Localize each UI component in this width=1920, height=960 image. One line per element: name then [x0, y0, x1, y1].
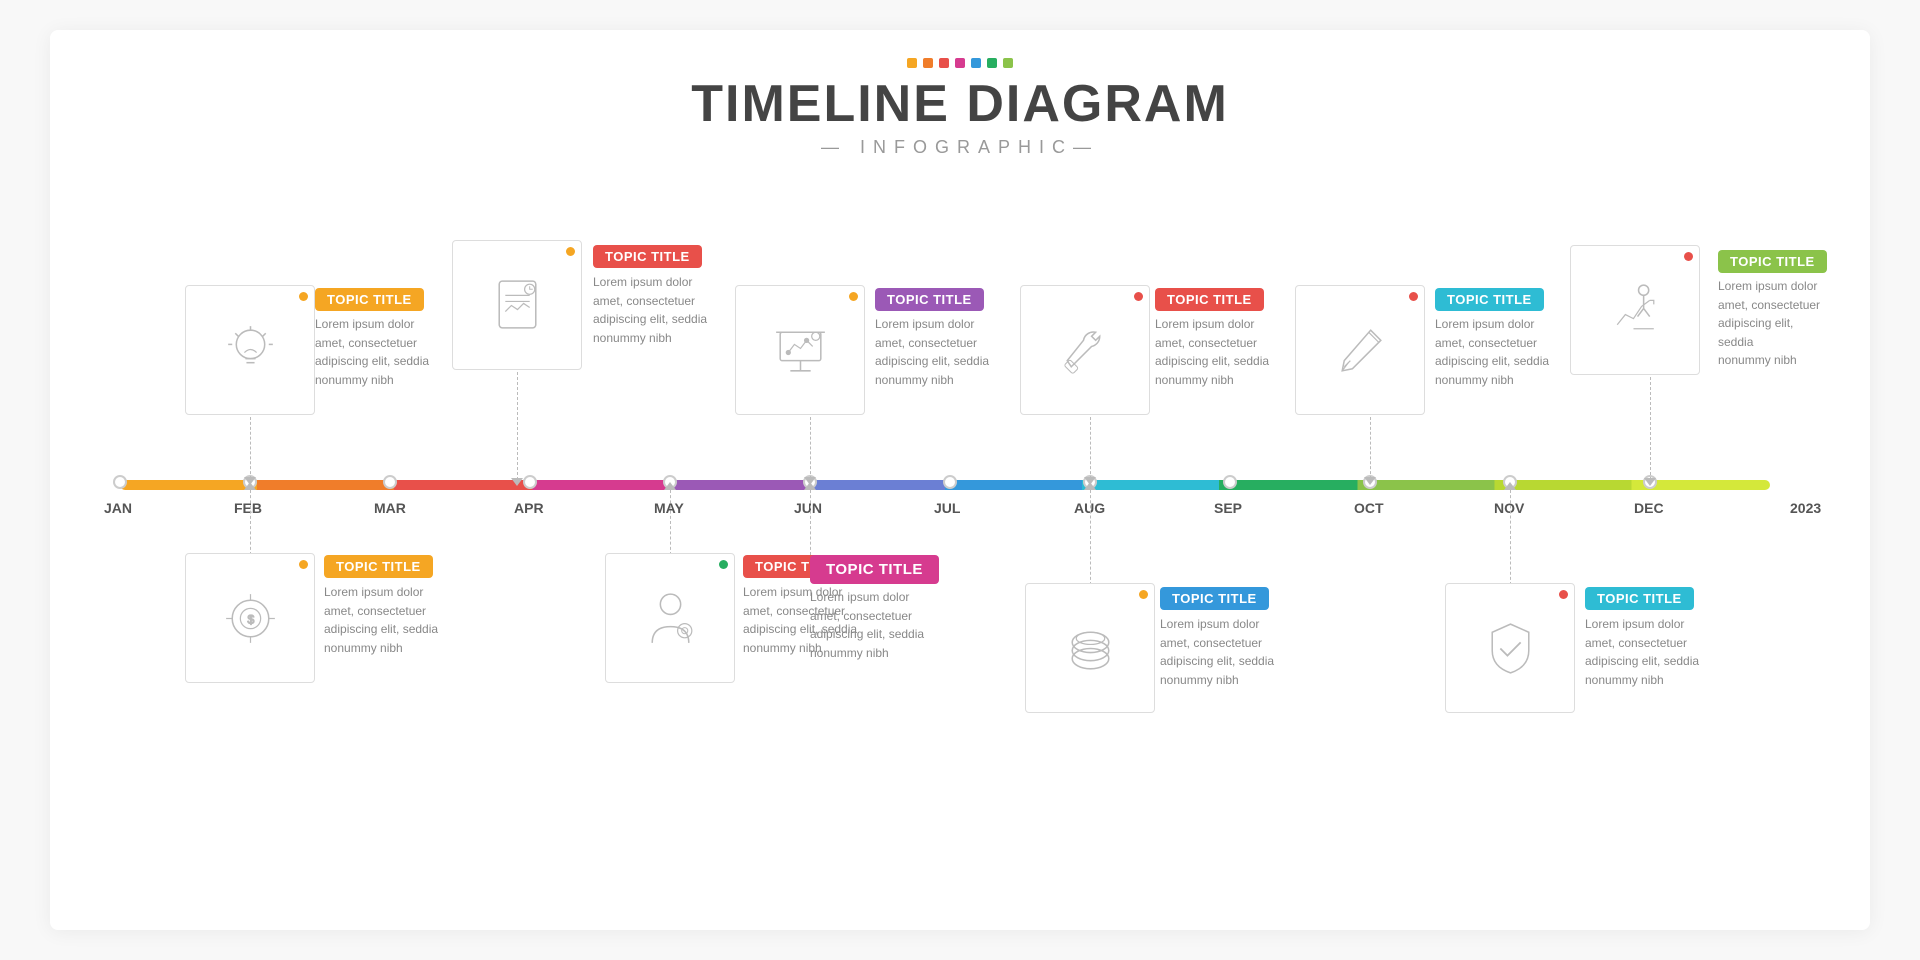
dot-may-below [719, 560, 728, 569]
dline-aug-above [1090, 417, 1091, 479]
dot-2 [923, 58, 933, 68]
desc-feb-below: Lorem ipsum dolor amet, consectetuer adi… [324, 583, 438, 657]
dot-6 [987, 58, 997, 68]
dline-dec-above [1650, 377, 1651, 480]
desc-dec-above: Lorem ipsum dolor amet, consectetuer adi… [1718, 277, 1830, 370]
svg-text:$: $ [247, 612, 254, 626]
dline-jun-below [810, 490, 811, 555]
dline-aug-below [1090, 490, 1091, 585]
desc-apr-above: Lorem ipsum dolor amet, consectetuer adi… [593, 273, 707, 347]
badge-oct-above: TOPIC TITLE [1435, 288, 1544, 311]
bar-dot-jan [113, 475, 127, 489]
month-apr: APR [514, 500, 544, 516]
arrow-may-below [664, 482, 676, 490]
month-jun: JUN [794, 500, 822, 516]
arrow-dec-above [1644, 478, 1656, 486]
badge-apr-above: TOPIC TITLE [593, 245, 702, 268]
dline-jun-above [810, 417, 811, 479]
month-feb: FEB [234, 500, 262, 516]
card-oct-above [1295, 285, 1425, 415]
presentation-icon [768, 318, 833, 383]
month-oct: OCT [1354, 500, 1384, 516]
arrow-jun-below [804, 482, 816, 490]
dot-aug-below [1139, 590, 1148, 599]
sub-title: INFOGRAPHIC [50, 137, 1870, 158]
arrow-apr-above [511, 478, 523, 486]
month-may: MAY [654, 500, 684, 516]
badge-jun-above: TOPIC TITLE [875, 288, 984, 311]
bar-dot-jul [943, 475, 957, 489]
dline-apr-above [517, 372, 518, 480]
dot-4 [955, 58, 965, 68]
arrow-aug-below [1084, 482, 1096, 490]
dot-7 [1003, 58, 1013, 68]
dot-apr-above [566, 247, 575, 256]
pencil-icon [1328, 318, 1393, 383]
dline-feb-below [250, 490, 251, 555]
badge-aug-above: TOPIC TITLE [1155, 288, 1264, 311]
card-apr-above [452, 240, 582, 370]
card-aug-above [1020, 285, 1150, 415]
badge-nov-below: TOPIC TITLE [1585, 587, 1694, 610]
card-jun-above [735, 285, 865, 415]
month-sep: SEP [1214, 500, 1242, 516]
bar-dot-sep [1223, 475, 1237, 489]
dot-aug-above [1134, 292, 1143, 301]
month-jul: JUL [934, 500, 960, 516]
dline-oct-above [1370, 417, 1371, 479]
arrow-feb-below [244, 482, 256, 490]
badge-feb-above: TOPIC TITLE [315, 288, 424, 311]
header: TIMELINE DIAGRAM INFOGRAPHIC [50, 30, 1870, 158]
card-dec-above [1570, 245, 1700, 375]
growth-icon [1603, 278, 1668, 343]
month-jan: JAN [104, 500, 132, 516]
card-may-below [605, 553, 735, 683]
dot-feb-above [299, 292, 308, 301]
badge-dec-above: TOPIC TITLE [1718, 250, 1827, 273]
shield-check-icon [1478, 616, 1543, 681]
arrow-nov-below [1504, 482, 1516, 490]
lightbulb-icon [218, 318, 283, 383]
dot-dec-above [1684, 252, 1693, 261]
person-gear-icon [638, 586, 703, 651]
main-title: TIMELINE DIAGRAM [50, 76, 1870, 133]
dot-oct-above [1409, 292, 1418, 301]
dot-3 [939, 58, 949, 68]
desc-jun-below: Lorem ipsum dolor amet, consectetuer adi… [810, 588, 924, 662]
badge-aug-below: TOPIC TITLE [1160, 587, 1269, 610]
dot-jun-above [849, 292, 858, 301]
month-dec: DEC [1634, 500, 1664, 516]
card-aug-below [1025, 583, 1155, 713]
year-label: 2023 [1790, 500, 1821, 516]
desc-aug-above: Lorem ipsum dolor amet, consectetuer adi… [1155, 315, 1269, 389]
desc-jun-above: Lorem ipsum dolor amet, consectetuer adi… [875, 315, 989, 389]
card-nov-below [1445, 583, 1575, 713]
dot-nov-below [1559, 590, 1568, 599]
dline-feb-above [250, 417, 251, 479]
decorative-dots [50, 58, 1870, 68]
badge-feb-below: TOPIC TITLE [324, 555, 433, 578]
target-money-icon: $ [218, 586, 283, 651]
desc-nov-below: Lorem ipsum dolor amet, consectetuer adi… [1585, 615, 1699, 689]
document-chart-icon [485, 273, 550, 338]
desc-feb-above: Lorem ipsum dolor amet, consectetuer adi… [315, 315, 429, 389]
dot-feb-below [299, 560, 308, 569]
timeline-area: JAN FEB MAR APR MAY JUN JUL AUG SEP OCT … [90, 185, 1830, 910]
month-mar: MAR [374, 500, 406, 516]
card-feb-above [185, 285, 315, 415]
desc-oct-above: Lorem ipsum dolor amet, consectetuer adi… [1435, 315, 1549, 389]
card-feb-below: $ [185, 553, 315, 683]
bar-dot-mar [383, 475, 397, 489]
desc-aug-below: Lorem ipsum dolor amet, consectetuer adi… [1160, 615, 1274, 689]
page: TIMELINE DIAGRAM INFOGRAPHIC JAN FEB MAR… [50, 30, 1870, 930]
tool-icon [1053, 318, 1118, 383]
bar-dot-apr [523, 475, 537, 489]
arrow-oct-above [1364, 477, 1376, 485]
dline-may-below [670, 490, 671, 555]
cloud-stack-icon [1058, 616, 1123, 681]
dline-nov-below [1510, 490, 1511, 585]
dot-1 [907, 58, 917, 68]
dot-5 [971, 58, 981, 68]
badge-jun-below: TOPIC TITLE [810, 555, 939, 584]
